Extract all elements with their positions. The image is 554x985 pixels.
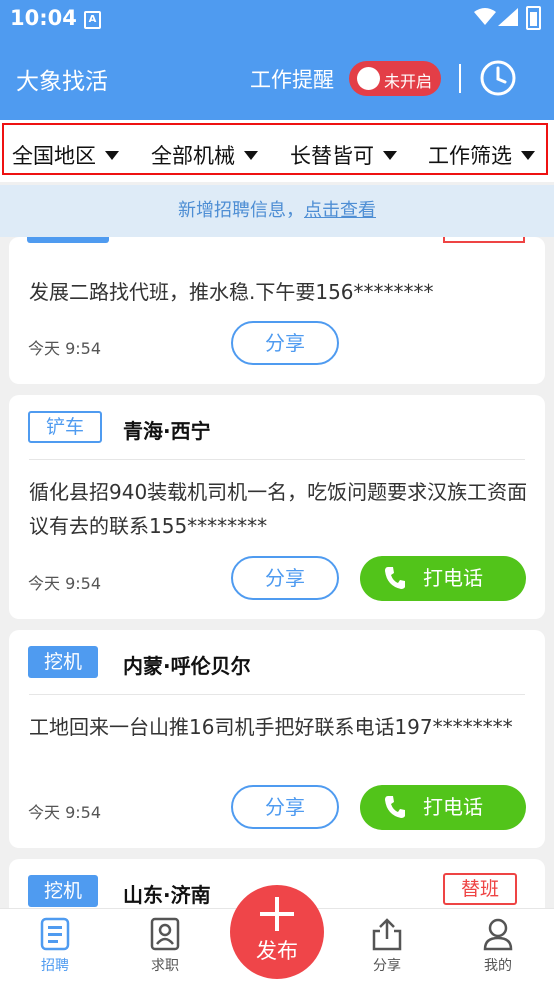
share-button[interactable]: 分享 <box>231 556 339 600</box>
share-button[interactable]: 分享 <box>231 785 339 829</box>
toggle-knob <box>357 67 380 90</box>
job-time: 今天 9:54 <box>28 803 102 822</box>
machine-tag: 挖机 <box>28 875 99 907</box>
machine-tag: 挖机 <box>28 646 99 678</box>
notification-icon: A <box>84 11 101 29</box>
clock-icon[interactable] <box>480 60 516 96</box>
filter-machinery-label: 全部机械 <box>151 144 235 168</box>
publish-button[interactable]: 发布 <box>230 885 324 979</box>
recruit-icon <box>40 917 70 951</box>
toggle-state-text: 未开启 <box>384 72 433 91</box>
nav-recruit[interactable]: 招聘 <box>15 917 95 975</box>
resume-icon <box>150 917 180 951</box>
filter-work[interactable]: 工作筛选 <box>428 140 535 170</box>
filter-work-label: 工作筛选 <box>428 144 512 168</box>
filter-shift-type-label: 长替皆可 <box>290 144 374 168</box>
call-label: 打电话 <box>423 566 483 590</box>
job-description: 发展二路找代班，推水稳.下午要156******** <box>29 280 434 304</box>
nav-job-seek-label: 求职 <box>151 958 179 974</box>
share-button[interactable]: 分享 <box>231 321 339 365</box>
job-card[interactable]: 铲车 青海·西宁 循化县招940装载机司机一名，吃饭问题要求汉族工资面议有去的联… <box>9 395 545 619</box>
job-description: 循化县招940装载机司机一名，吃饭问题要求汉族工资面议有去的联系155*****… <box>29 480 528 538</box>
job-location: 内蒙·呼伦贝尔 <box>123 654 251 678</box>
job-card[interactable]: 发展二路找代班，推水稳.下午要156******** 今天 9:54 分享 <box>9 237 545 384</box>
call-button[interactable]: 打电话 <box>360 785 526 830</box>
filter-region[interactable]: 全国地区 <box>12 140 119 170</box>
job-time: 今天 9:54 <box>28 339 102 358</box>
nav-share-label: 分享 <box>373 958 401 974</box>
tag-remnant <box>27 237 109 243</box>
phone-icon <box>385 567 405 589</box>
caret-down-icon <box>383 150 397 160</box>
nav-mine-label: 我的 <box>484 958 512 974</box>
notice-link[interactable]: 点击查看 <box>304 200 376 221</box>
machine-tag: 铲车 <box>28 411 103 443</box>
job-time: 今天 9:54 <box>28 574 102 593</box>
nav-share[interactable]: 分享 <box>347 917 427 975</box>
call-label: 打电话 <box>423 795 483 819</box>
shift-type-tag: 替班 <box>443 873 518 905</box>
job-description: 工地回来一台山推16司机手把好联系电话197******** <box>29 715 513 739</box>
notice-text: 新增招聘信息， <box>178 200 304 221</box>
caret-down-icon <box>521 150 535 160</box>
job-location: 青海·西宁 <box>123 419 211 443</box>
filter-machinery[interactable]: 全部机械 <box>151 140 258 170</box>
signal-icon <box>498 8 518 26</box>
status-bar: 10:04 A <box>0 0 554 38</box>
tag-remnant <box>443 237 525 243</box>
call-button[interactable]: 打电话 <box>360 556 526 601</box>
new-jobs-notice[interactable]: 新增招聘信息，点击查看 <box>0 185 554 237</box>
job-location: 山东·济南 <box>123 883 211 907</box>
caret-down-icon <box>105 150 119 160</box>
nav-job-seek[interactable]: 求职 <box>125 917 205 975</box>
nav-mine[interactable]: 我的 <box>458 917 538 975</box>
card-divider <box>29 694 525 695</box>
filter-bar: 全国地区 全部机械 长替皆可 工作筛选 <box>0 120 554 182</box>
share-icon <box>372 918 402 951</box>
phone-icon <box>385 796 405 818</box>
reminder-toggle[interactable]: 未开启 <box>349 61 441 96</box>
nav-recruit-label: 招聘 <box>41 958 69 974</box>
filter-shift-type[interactable]: 长替皆可 <box>290 140 397 170</box>
app-title: 大象找活 <box>16 69 108 95</box>
battery-icon <box>526 6 541 30</box>
caret-down-icon <box>244 150 258 160</box>
job-card[interactable]: 挖机 内蒙·呼伦贝尔 工地回来一台山推16司机手把好联系电话197*******… <box>9 630 545 848</box>
filter-region-label: 全国地区 <box>12 144 96 168</box>
status-time: 10:04 <box>10 6 77 30</box>
wifi-icon <box>474 8 496 25</box>
reminder-label: 工作提醒 <box>250 68 334 92</box>
card-divider <box>29 459 525 460</box>
profile-icon <box>483 918 513 951</box>
app-header: 10:04 A 大象找活 工作提醒 未开启 <box>0 0 554 120</box>
publish-label: 发布 <box>256 939 298 963</box>
header-divider <box>459 64 461 93</box>
plus-icon <box>260 897 294 931</box>
